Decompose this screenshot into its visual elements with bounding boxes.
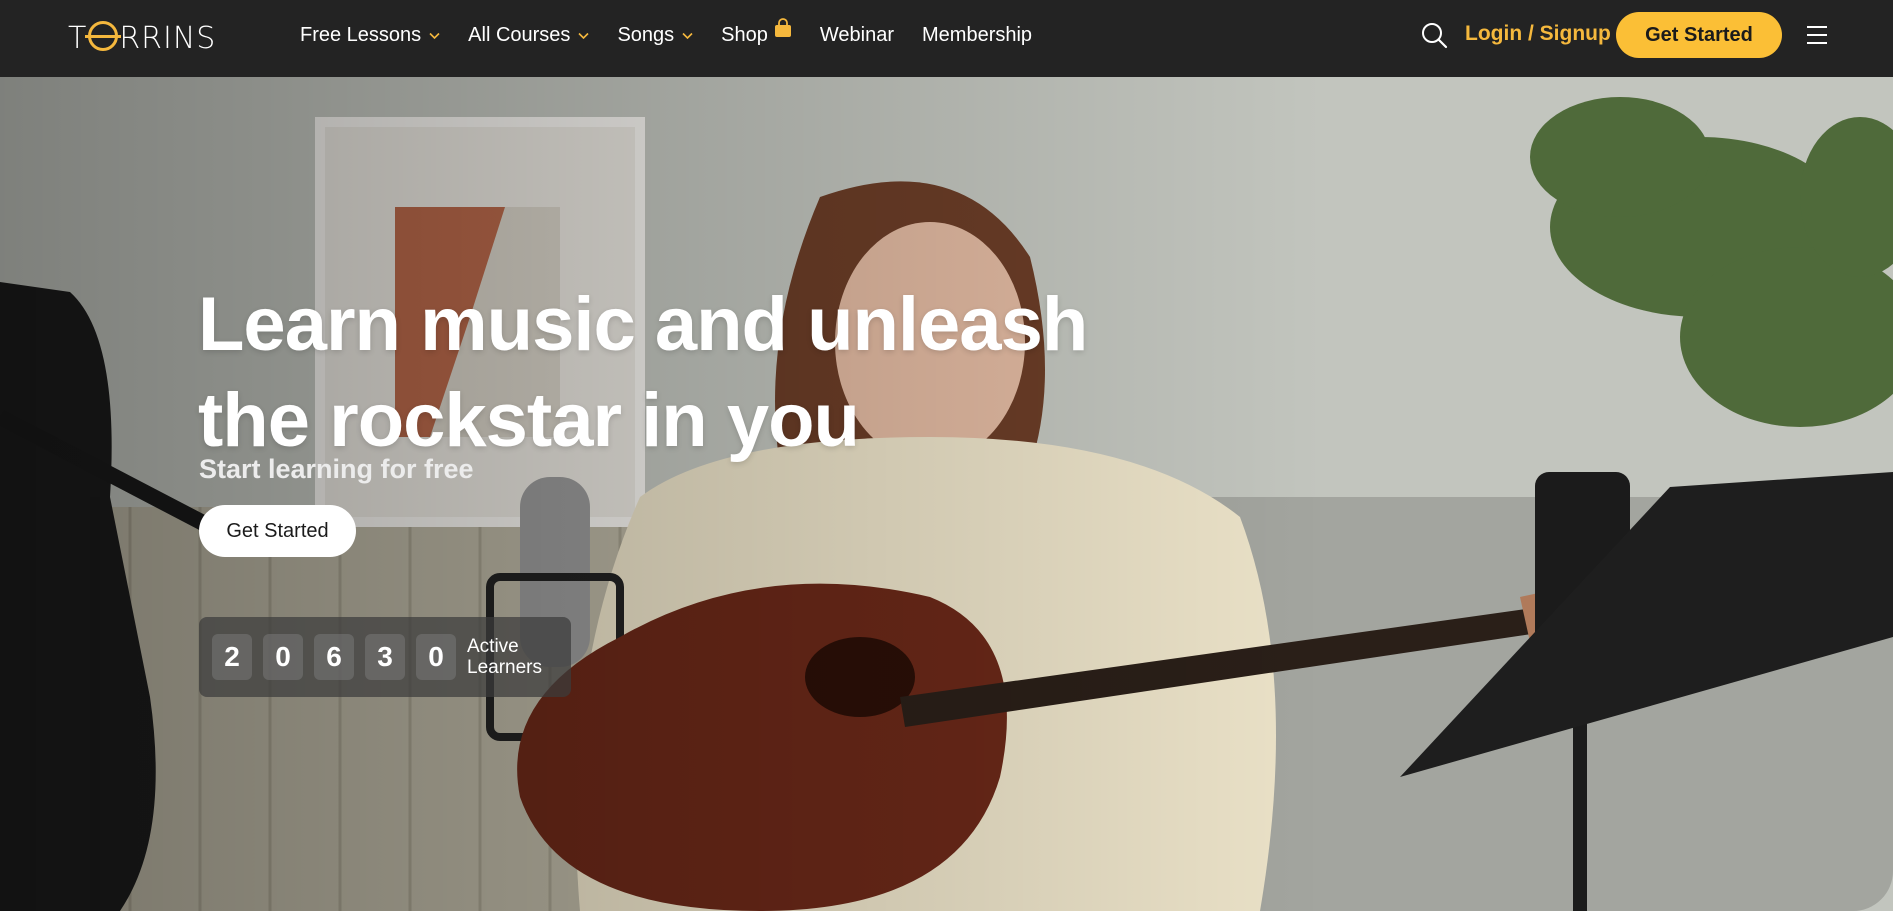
nav-membership-label: Membership (922, 23, 1033, 46)
hero-overlay (0, 77, 1893, 911)
counter-digit: 3 (365, 634, 405, 680)
hero-get-started-button[interactable]: Get Started (199, 505, 356, 557)
nav-webinar-label: Webinar (819, 23, 894, 46)
shopping-bag-icon (774, 18, 792, 38)
login-signup-link[interactable]: Login / Signup (1465, 22, 1611, 46)
hero-subtitle: Start learning for free (199, 454, 474, 484)
nav-shop-label: Shop (721, 23, 768, 46)
nav-all-courses-label: All Courses (468, 23, 571, 46)
main-nav: Free Lessons All Courses Songs Shop Webi… (300, 0, 1060, 70)
nav-membership[interactable]: Membership (922, 24, 1032, 47)
nav-shop[interactable]: Shop (721, 18, 792, 47)
torrins-logo[interactable]: T RRINS (68, 20, 217, 56)
get-started-button[interactable]: Get Started (1616, 12, 1782, 58)
counter-digit: 0 (263, 634, 303, 680)
counter-digit: 6 (314, 634, 354, 680)
nav-songs-label: Songs (617, 23, 675, 46)
active-learners-counter: 2 0 6 3 0 Active Learners (199, 617, 571, 697)
hero-section: Learn music and unleash the rockstar in … (0, 77, 1893, 911)
nav-free-lessons-label: Free Lessons (300, 23, 422, 46)
nav-free-lessons[interactable]: Free Lessons (300, 24, 440, 47)
logo-o-mark (85, 21, 122, 51)
chevron-down-icon (578, 30, 590, 41)
counter-digit: 2 (212, 634, 252, 680)
logo-text: T RRINS (68, 21, 217, 56)
nav-songs[interactable]: Songs (617, 24, 693, 47)
search-icon[interactable] (1420, 21, 1448, 49)
active-learners-label: Active Learners (467, 636, 542, 678)
hero-title-line2: the rockstar in you (198, 378, 860, 463)
chevron-down-icon (682, 30, 693, 41)
nav-all-courses[interactable]: All Courses (468, 23, 590, 47)
counter-digit: 0 (416, 634, 456, 680)
nav-webinar[interactable]: Webinar (820, 24, 894, 47)
hamburger-menu-icon[interactable] (1807, 26, 1827, 44)
hero-title-line1: Learn music and unleash (198, 282, 1088, 367)
hero-title: Learn music and unleash the rockstar in … (198, 277, 1098, 469)
chevron-down-icon (429, 30, 440, 41)
top-navbar: T RRINS Free Lessons All Courses Songs Sh… (0, 0, 1893, 77)
